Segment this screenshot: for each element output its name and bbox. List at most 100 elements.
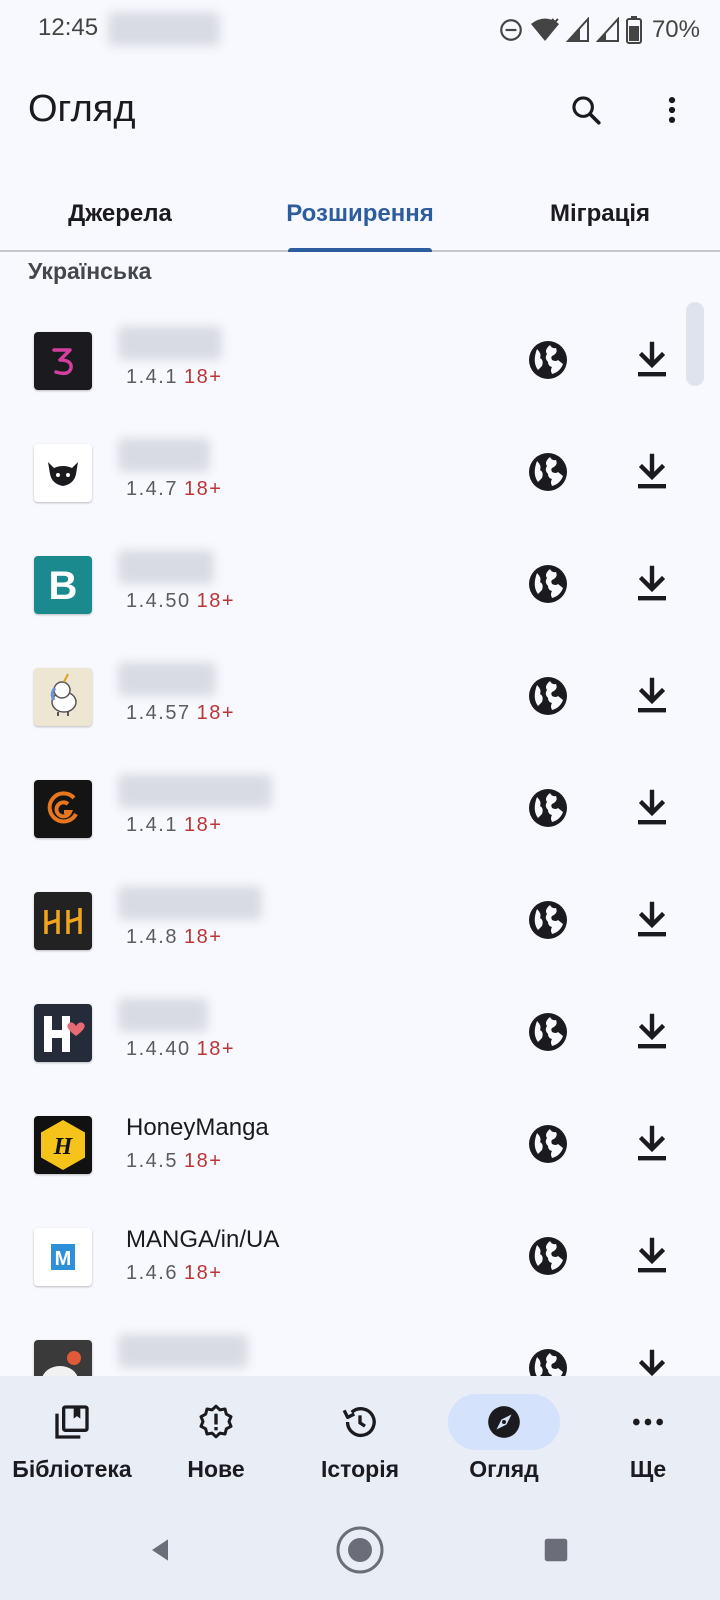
system-recents-button[interactable] [528, 1522, 584, 1578]
browse-tabs: Джерела Розширення Міграція [0, 178, 720, 252]
nav-library[interactable]: Бібліотека [0, 1376, 144, 1498]
install-button[interactable] [628, 1344, 676, 1376]
website-button[interactable] [524, 1120, 572, 1168]
list-scrollbar[interactable] [686, 302, 704, 386]
signal-icon-2 [595, 17, 619, 42]
history-icon [342, 1407, 376, 1438]
install-button[interactable] [628, 560, 676, 608]
dnd-icon [500, 19, 522, 41]
overflow-menu-button[interactable] [644, 82, 700, 138]
install-button[interactable] [628, 784, 676, 832]
nav-label: Ще [629, 1456, 667, 1482]
globe-icon [529, 901, 567, 939]
extension-row[interactable]: 1.4.8 18+ [0, 864, 720, 976]
extension-meta: 1.4.7 18+ [126, 478, 222, 501]
nav-more[interactable]: Ще [576, 1376, 720, 1498]
compass-icon [488, 1406, 520, 1438]
extension-logo-icon [34, 780, 92, 838]
globe-icon [529, 341, 567, 379]
install-button[interactable] [628, 1232, 676, 1280]
extension-version: 1.4.1 [126, 366, 178, 388]
extension-row[interactable]: H HoneyManga 1.4.5 18+ [0, 1088, 720, 1200]
nav-label: Історія [320, 1456, 400, 1482]
extension-row[interactable]: B 1.4.50 18+ [0, 528, 720, 640]
download-icon [638, 1349, 666, 1376]
tab-label: Джерела [68, 200, 172, 227]
search-button[interactable] [558, 82, 614, 138]
system-home-button[interactable] [332, 1522, 388, 1578]
tab-extensions[interactable]: Розширення [240, 178, 480, 252]
extension-row[interactable] [0, 1312, 720, 1376]
extension-meta: 1.4.5 18+ [126, 1150, 222, 1173]
status-bar: 12:45 70% [0, 0, 720, 60]
website-button[interactable] [524, 560, 572, 608]
nsfw-badge: 18+ [183, 814, 223, 836]
globe-icon [529, 453, 567, 491]
website-button[interactable] [524, 1232, 572, 1280]
recents-square-icon [544, 1538, 568, 1562]
extension-logo-icon [34, 1340, 92, 1376]
install-button[interactable] [628, 1120, 676, 1168]
extension-meta: 1.4.8 18+ [126, 926, 222, 949]
extension-row[interactable]: 1.4.1 18+ [0, 304, 720, 416]
extension-meta: 1.4.1 18+ [126, 366, 222, 389]
extension-meta: 1.4.50 18+ [126, 590, 235, 613]
download-icon [638, 789, 666, 825]
status-time: 12:45 [38, 14, 99, 41]
system-back-button[interactable] [132, 1522, 188, 1578]
top-app-bar: Огляд [0, 70, 720, 154]
extension-list[interactable]: 1.4.1 18+ 1.4.7 18+ B 1.4.50 18+ 1.4.57 … [0, 304, 720, 1376]
system-navigation-bar [0, 1498, 720, 1600]
nsfw-badge: 18+ [183, 926, 223, 948]
extension-version: 1.4.40 [126, 1038, 191, 1060]
extension-name-blurred [118, 998, 208, 1032]
extension-meta: 1.4.57 18+ [126, 702, 235, 725]
install-button[interactable] [628, 896, 676, 944]
download-icon [638, 1237, 666, 1273]
extension-name: HoneyManga [126, 1114, 269, 1141]
extension-name: MANGA/in/UA [126, 1226, 280, 1253]
install-button[interactable] [628, 448, 676, 496]
website-button[interactable] [524, 336, 572, 384]
website-button[interactable] [524, 1008, 572, 1056]
nsfw-badge: 18+ [183, 478, 223, 500]
nav-label: Нове [187, 1456, 245, 1482]
extension-name-blurred [118, 326, 222, 360]
website-button[interactable] [524, 448, 572, 496]
tab-migration[interactable]: Міграція [480, 178, 720, 250]
download-icon [638, 1125, 666, 1161]
extension-row[interactable]: 1.4.40 18+ [0, 976, 720, 1088]
website-button[interactable] [524, 896, 572, 944]
nav-browse[interactable]: Огляд [432, 1376, 576, 1498]
install-button[interactable] [628, 672, 676, 720]
extension-logo-icon: B [34, 556, 92, 614]
extension-name-blurred [118, 438, 210, 472]
extension-logo-icon [34, 332, 92, 390]
battery-icon [625, 16, 642, 44]
search-icon [572, 96, 601, 125]
install-button[interactable] [628, 336, 676, 384]
extension-row[interactable]: M MANGA/in/UA 1.4.6 18+ [0, 1200, 720, 1312]
bottom-navigation: Бібліотека Нове Історія Огляд Ще [0, 1376, 720, 1498]
extension-logo-icon: M [34, 1228, 92, 1286]
website-button[interactable] [524, 672, 572, 720]
install-button[interactable] [628, 1008, 676, 1056]
nav-updates[interactable]: Нове [144, 1376, 288, 1498]
tab-sources[interactable]: Джерела [0, 178, 240, 250]
wifi-icon [530, 18, 559, 41]
website-button[interactable] [524, 1344, 572, 1376]
extension-row[interactable]: 1.4.1 18+ [0, 752, 720, 864]
extension-name-blurred [118, 774, 272, 808]
nsfw-badge: 18+ [183, 1262, 223, 1284]
nav-history[interactable]: Історія [288, 1376, 432, 1498]
website-button[interactable] [524, 784, 572, 832]
globe-icon [529, 1125, 567, 1163]
nav-icon-container [160, 1394, 272, 1450]
language-section-header: Українська [28, 258, 152, 284]
globe-icon [529, 677, 567, 715]
tab-label: Розширення [286, 200, 434, 227]
download-icon [638, 453, 666, 489]
extension-row[interactable]: 1.4.7 18+ [0, 416, 720, 528]
nsfw-badge: 18+ [196, 702, 236, 724]
extension-row[interactable]: 1.4.57 18+ [0, 640, 720, 752]
